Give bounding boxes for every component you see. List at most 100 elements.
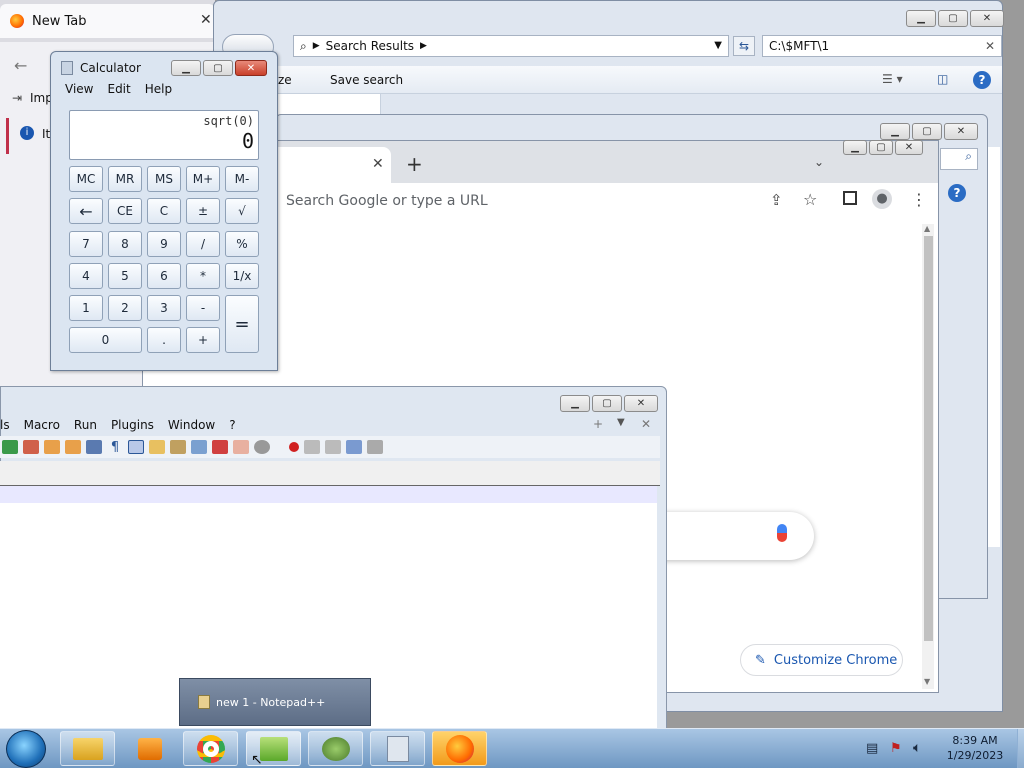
firefox-tab[interactable]: New Tab ✕ xyxy=(0,4,215,38)
new-tab-icon[interactable]: + xyxy=(406,152,423,176)
start-button[interactable] xyxy=(6,730,46,768)
menu-view[interactable]: View xyxy=(65,82,93,96)
maximize-button[interactable]: ▢ xyxy=(938,10,968,27)
calc-key[interactable]: + xyxy=(186,327,220,353)
taskbar-media[interactable] xyxy=(122,731,177,766)
taskbar-calculator[interactable] xyxy=(370,731,425,766)
tool-icon[interactable] xyxy=(44,440,60,454)
side-panel-icon[interactable] xyxy=(843,191,857,205)
calc-key[interactable]: 6 xyxy=(147,263,181,289)
close-button[interactable]: ✕ xyxy=(944,123,978,140)
calc-key[interactable]: C xyxy=(147,198,181,224)
share-icon[interactable]: ⇪ xyxy=(770,191,783,209)
run-multiple-icon[interactable] xyxy=(346,440,362,454)
folder-icon[interactable] xyxy=(233,440,249,454)
taskbar-preview[interactable]: new 1 - Notepad++ xyxy=(179,678,371,726)
action-center-icon[interactable]: ⚑ xyxy=(890,741,902,756)
close-button[interactable]: ✕ xyxy=(624,395,658,412)
close-button[interactable]: ✕ xyxy=(970,10,1004,27)
tool-icon[interactable] xyxy=(23,440,39,454)
calc-key[interactable]: ← xyxy=(69,198,103,224)
scrollbar-thumb[interactable] xyxy=(924,236,933,641)
minimize-button[interactable]: ▁ xyxy=(843,140,867,155)
indent-guide-icon[interactable] xyxy=(128,440,144,454)
dropdown-icon[interactable]: ▼ xyxy=(617,417,625,428)
clear-icon[interactable]: ✕ xyxy=(985,39,995,53)
calc-key[interactable]: √ xyxy=(225,198,259,224)
calc-key[interactable]: / xyxy=(186,231,220,257)
close-icon[interactable]: ✕ xyxy=(641,417,651,431)
network-icon[interactable]: ▤ xyxy=(866,741,878,756)
record-macro-icon[interactable] xyxy=(289,442,299,452)
refresh-icon[interactable]: ⇆ xyxy=(733,36,755,56)
calc-key[interactable]: 1/x xyxy=(225,263,259,289)
help-icon[interactable]: ? xyxy=(973,71,991,89)
maximize-button[interactable]: ▢ xyxy=(592,395,622,412)
customize-chrome-button[interactable]: ✎ Customize Chrome xyxy=(740,644,903,676)
star-icon[interactable]: ☆ xyxy=(803,190,817,209)
calc-key[interactable]: M- xyxy=(225,166,259,192)
calc-key[interactable]: 1 xyxy=(69,295,103,321)
minimize-button[interactable]: ▁ xyxy=(880,123,910,140)
calc-key[interactable]: = xyxy=(225,295,259,353)
omnibox[interactable]: Search Google or type a URL xyxy=(276,186,936,216)
tool-icon[interactable] xyxy=(254,440,270,454)
calc-key[interactable]: MS xyxy=(147,166,181,192)
minimize-button[interactable]: ▁ xyxy=(171,60,201,76)
wrap-icon[interactable] xyxy=(86,440,102,454)
help-icon[interactable]: ? xyxy=(948,184,966,202)
calc-key[interactable]: 2 xyxy=(108,295,142,321)
scroll-up-icon[interactable]: ▲ xyxy=(924,224,930,233)
calc-key[interactable]: . xyxy=(147,327,181,353)
calc-key[interactable]: MC xyxy=(69,166,103,192)
preview-pane-icon[interactable]: ◫ xyxy=(937,72,948,86)
close-button[interactable]: ✕ xyxy=(235,60,267,76)
organize-button[interactable]: ze xyxy=(278,73,292,87)
back-arrow-icon[interactable]: ← xyxy=(14,56,27,75)
search-icon[interactable]: ⌕ xyxy=(940,148,978,170)
calc-key[interactable]: M+ xyxy=(186,166,220,192)
menu-run[interactable]: Run xyxy=(74,418,97,432)
taskbar-chrome[interactable] xyxy=(183,731,238,766)
save-macro-icon[interactable] xyxy=(367,440,383,454)
dropdown-icon[interactable]: ▼ xyxy=(714,40,722,51)
tool-icon[interactable] xyxy=(149,440,165,454)
calc-key[interactable]: 9 xyxy=(147,231,181,257)
calc-key[interactable]: CE xyxy=(108,198,142,224)
calc-key[interactable]: 0 xyxy=(69,327,142,353)
menu-help[interactable]: ? xyxy=(229,418,235,432)
tool-icon[interactable] xyxy=(212,440,228,454)
volume-icon[interactable]: 🔈︎ xyxy=(913,740,921,756)
menu-icon[interactable]: ⋮ xyxy=(911,190,927,209)
view-options-icon[interactable]: ☰ ▾ xyxy=(882,72,903,86)
calc-key[interactable]: ± xyxy=(186,198,220,224)
menu-window[interactable]: Window xyxy=(168,418,215,432)
calc-key[interactable]: 4 xyxy=(69,263,103,289)
play-macro-icon[interactable] xyxy=(325,440,341,454)
address-bar[interactable]: ⌕ ▶ Search Results ▶ ▼ xyxy=(293,35,729,57)
stop-macro-icon[interactable] xyxy=(304,440,320,454)
menu-macro[interactable]: Macro xyxy=(24,418,60,432)
menu-plugins[interactable]: Plugins xyxy=(111,418,154,432)
clock[interactable]: 8:39 AM 1/29/2023 xyxy=(940,732,1010,764)
minimize-button[interactable]: ▁ xyxy=(906,10,936,27)
calc-key[interactable]: 8 xyxy=(108,231,142,257)
taskbar-app[interactable] xyxy=(308,731,363,766)
microphone-icon[interactable] xyxy=(777,524,787,542)
save-search-button[interactable]: Save search xyxy=(330,73,403,87)
show-desktop-button[interactable] xyxy=(1017,729,1024,768)
minimize-button[interactable]: ▁ xyxy=(560,395,590,412)
calc-key[interactable]: * xyxy=(186,263,220,289)
menu-edit[interactable]: Edit xyxy=(107,82,130,96)
menu-tools[interactable]: ls xyxy=(0,418,10,432)
calc-key[interactable]: 7 xyxy=(69,231,103,257)
maximize-button[interactable]: ▢ xyxy=(203,60,233,76)
maximize-button[interactable]: ▢ xyxy=(912,123,942,140)
maximize-button[interactable]: ▢ xyxy=(869,140,893,155)
taskbar-firefox[interactable] xyxy=(432,731,487,766)
scroll-down-icon[interactable]: ▼ xyxy=(924,677,930,686)
tool-icon[interactable] xyxy=(191,440,207,454)
tool-icon[interactable] xyxy=(170,440,186,454)
taskbar-explorer[interactable] xyxy=(60,731,115,766)
chevron-down-icon[interactable]: ⌄ xyxy=(814,155,824,169)
